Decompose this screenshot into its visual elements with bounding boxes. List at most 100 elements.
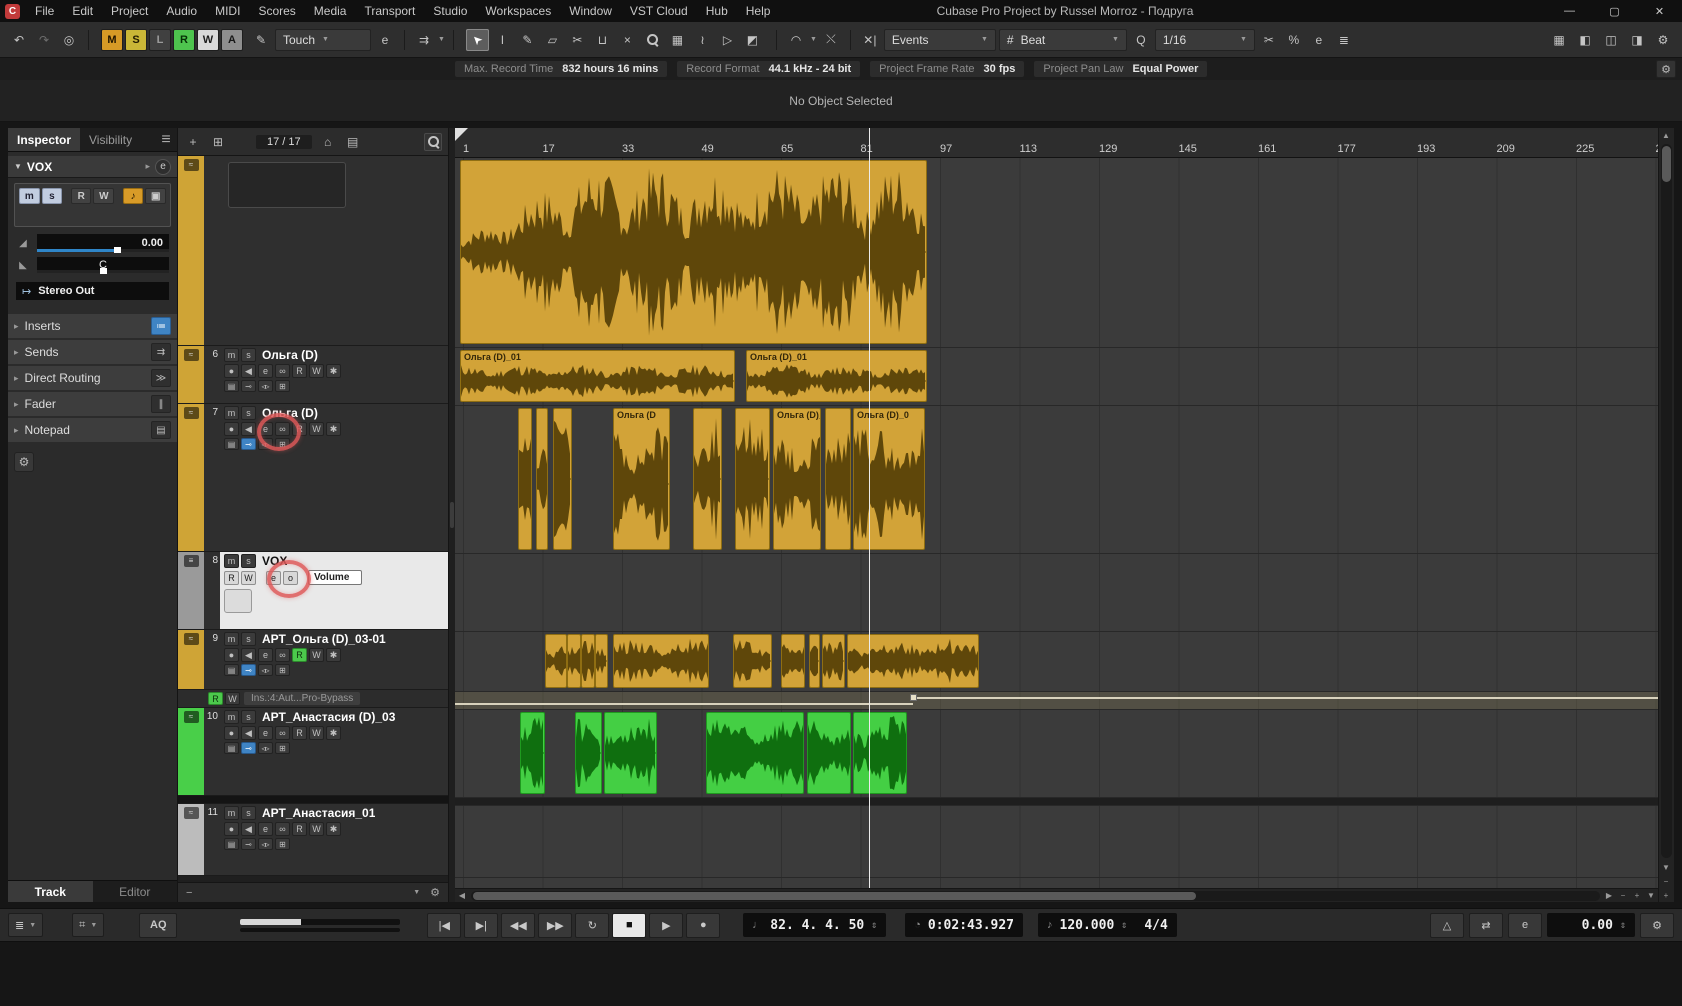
audio-event[interactable]: Ольга (D [613, 408, 670, 550]
audio-event[interactable] [518, 408, 532, 550]
automation-panel-button[interactable]: ≣▼ [8, 913, 43, 937]
edit-channel-icon[interactable]: e [155, 159, 171, 175]
scroll-down-icon[interactable]: ▼ [1659, 860, 1673, 874]
audio-event[interactable]: Ольга (D)_0 [853, 408, 925, 550]
menu-item-transport[interactable]: Transport [355, 0, 424, 22]
menu-item-vst-cloud[interactable]: VST Cloud [621, 0, 697, 22]
automation-point[interactable] [910, 694, 917, 701]
track-list-row-9[interactable]: ≈9msАРТ_Ольга (D)_03-01●◀e∞RW✱▤⊸◃▹⊞ [178, 630, 448, 690]
time-display[interactable]: ◔ 0:02:43.927 [905, 913, 1023, 937]
audio-event[interactable] [536, 408, 548, 550]
track-list-row-t5[interactable]: ≈ [178, 156, 448, 346]
horizontal-scroll-track[interactable] [471, 891, 1600, 901]
vertical-scroll-track[interactable] [1661, 144, 1672, 858]
menu-item-media[interactable]: Media [305, 0, 356, 22]
volume-slider[interactable] [37, 249, 169, 252]
transport-stop-button[interactable]: ■ [612, 913, 646, 938]
scroll-up-icon[interactable]: ▲ [1659, 128, 1673, 142]
event-display[interactable]: Ольга (D)_01Ольга (D)_01Ольга (DОльга (D… [455, 158, 1658, 888]
chevron-down-icon[interactable]: ▼ [438, 36, 445, 43]
track-color-strip[interactable]: ≡ [178, 552, 204, 629]
audio-event[interactable] [825, 408, 851, 550]
record-enable-button[interactable]: ● [224, 648, 239, 662]
lanes-icon[interactable]: ▤ [224, 664, 239, 676]
pan-display[interactable]: C [37, 257, 169, 273]
audio-event[interactable] [706, 712, 804, 794]
insert-bypass-button[interactable]: ∞ [275, 648, 290, 662]
find-track-button[interactable] [424, 133, 442, 151]
scroll-right-icon[interactable]: ▶ [1602, 889, 1616, 903]
track-read-button[interactable]: R [224, 571, 239, 585]
audio-event[interactable] [553, 408, 572, 550]
automation-curve[interactable] [913, 697, 1658, 699]
read-automation-button[interactable]: R [292, 364, 307, 378]
tool-zoom[interactable] [641, 29, 664, 51]
transport-forward-button[interactable]: ▶▶ [538, 913, 572, 938]
pan-slider[interactable] [37, 270, 169, 273]
track-solo-button[interactable]: s [241, 806, 256, 820]
track-list-row-11[interactable]: ≈11msАРТ_Анастасия_01●◀e∞RW✱▤⊸◃▹⊞ [178, 804, 448, 876]
quantize-dropdown[interactable]: 1/16▼ [1155, 29, 1255, 51]
spinner-icon[interactable]: ⇕ [1620, 920, 1626, 931]
tab-visibility[interactable]: Visibility [80, 128, 141, 151]
snap-type-dropdown[interactable]: Events▼ [884, 29, 996, 51]
redo-button[interactable]: ↷ [33, 29, 55, 51]
audio-event[interactable] [735, 408, 770, 550]
track-mute-button[interactable]: m [224, 710, 239, 724]
edit-channel-button[interactable]: e [258, 726, 273, 740]
zoom-in-button[interactable]: + [1630, 889, 1644, 903]
tempo-display[interactable]: ♪ 120.000 ⇕ 4/4 [1038, 913, 1177, 937]
monitor-button[interactable]: ◀ [241, 822, 256, 836]
metronome-button[interactable]: △ [1430, 913, 1464, 938]
output-level-display[interactable]: 0.00 ⇕ [1547, 913, 1635, 937]
tab-editor[interactable]: Editor [93, 881, 178, 902]
edit-channel-button[interactable]: e [258, 422, 273, 436]
track-list-settings-gear-icon[interactable]: ⚙ [430, 886, 440, 899]
tool-split[interactable]: ✂ [566, 29, 589, 51]
mute-button[interactable]: m [19, 188, 40, 204]
global-automation-m-button[interactable]: M [101, 29, 123, 51]
expand-icon[interactable]: ▸ [145, 161, 150, 172]
sync-button[interactable]: ⇄ [1469, 913, 1503, 938]
use-track-preset-button[interactable]: ⊞ [209, 133, 227, 151]
automation-follows-icon[interactable]: ⊸ [241, 838, 256, 850]
vertical-scroll-thumb[interactable] [1662, 146, 1671, 182]
mixer-icon[interactable]: ▦ [1548, 29, 1570, 51]
zoom-out-button[interactable]: − [1616, 889, 1630, 903]
write-automation-button[interactable]: W [309, 422, 324, 436]
global-automation-r-button[interactable]: R [173, 29, 195, 51]
freeze-button[interactable]: ✱ [326, 364, 341, 378]
freeze-button[interactable]: ✱ [326, 422, 341, 436]
inspector-track-header[interactable]: ▼ VOX ▸ e [8, 156, 177, 178]
spinner-icon[interactable]: ⇕ [871, 920, 877, 931]
menu-item-workspaces[interactable]: Workspaces [476, 0, 560, 22]
record-enable-button[interactable]: ● [224, 726, 239, 740]
horizontal-scroll-thumb[interactable] [473, 892, 1196, 900]
menu-item-studio[interactable]: Studio [424, 0, 476, 22]
automation-follows-icon[interactable]: ⊸ [241, 742, 256, 754]
edit-channel-button[interactable]: e [374, 29, 396, 51]
automation-write-button[interactable]: W [225, 692, 240, 705]
write-automation-button[interactable]: W [309, 822, 324, 836]
insert-bypass-button[interactable]: ∞ [275, 726, 290, 740]
audio-event[interactable] [809, 634, 820, 688]
lower-zone-icon[interactable]: ◫ [1600, 29, 1622, 51]
monitor-button[interactable]: ◀ [241, 648, 256, 662]
transport-settings-gear-icon[interactable]: ⚙ [1640, 913, 1674, 938]
track-mute-button[interactable]: m [224, 632, 239, 646]
more-options-icon[interactable]: ⊞ [275, 438, 290, 450]
left-zone-icon[interactable]: ◧ [1574, 29, 1596, 51]
record-enable-button[interactable]: ● [224, 364, 239, 378]
audio-event[interactable] [781, 634, 805, 688]
read-automation-button[interactable]: R [292, 822, 307, 836]
notepad-icon[interactable]: ▤ [151, 421, 171, 439]
io-icon[interactable]: ◃▹ [258, 742, 273, 754]
lanes-icon[interactable]: ▤ [224, 838, 239, 850]
tool-play[interactable]: ▷ [716, 29, 739, 51]
audio-quantize-button[interactable]: AQ [139, 913, 177, 938]
constrain-delay-compensation-button[interactable]: ◎ [58, 29, 80, 51]
input-levels-button[interactable]: ⌗▼ [72, 913, 104, 937]
track-mute-button[interactable]: m [224, 554, 239, 568]
time-signature-value[interactable]: 4/4 [1144, 918, 1167, 933]
track-write-button[interactable]: W [241, 571, 256, 585]
